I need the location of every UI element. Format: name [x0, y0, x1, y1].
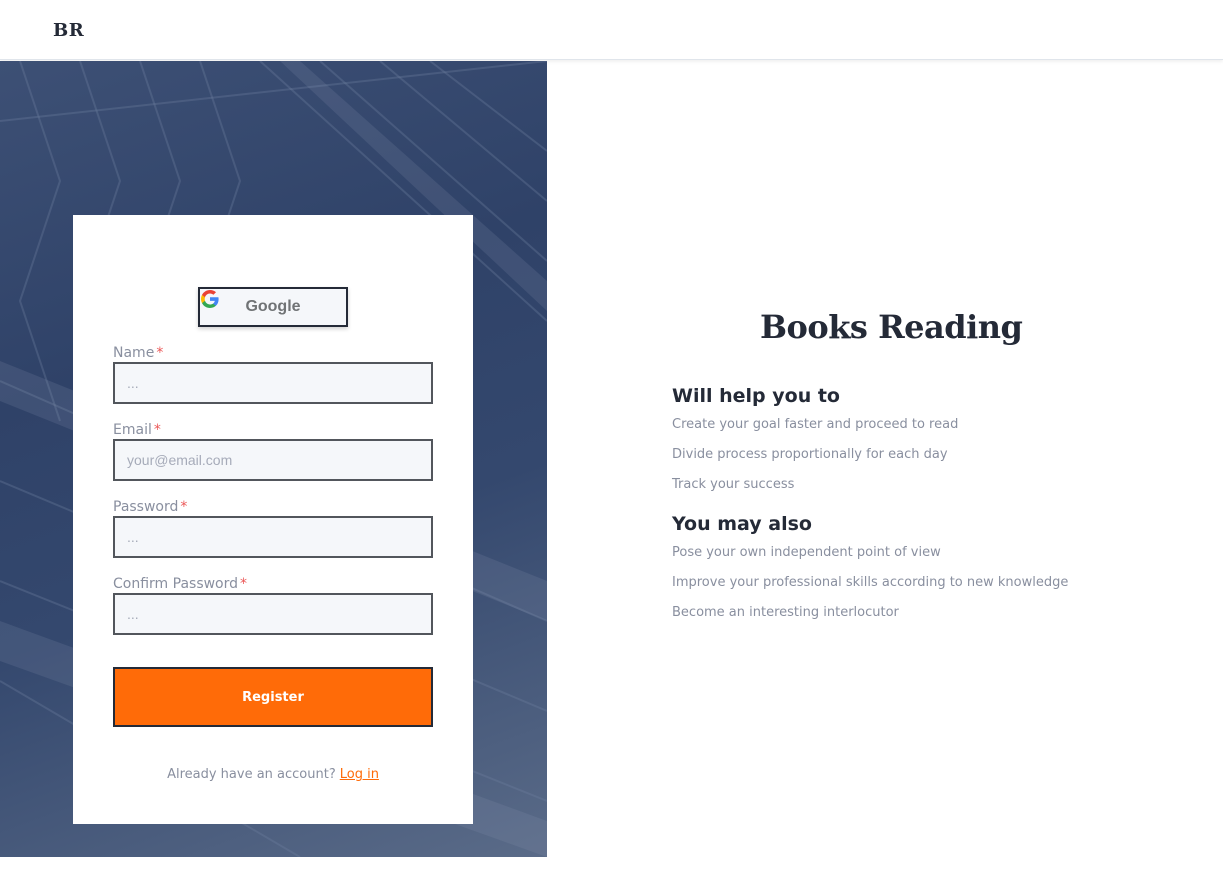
google-signin-button[interactable]: Google	[198, 287, 348, 327]
register-button[interactable]: Register	[113, 667, 433, 727]
required-mark: *	[180, 499, 188, 515]
top-header: BR	[0, 0, 1223, 60]
required-mark: *	[156, 345, 164, 361]
email-label: Email *	[113, 422, 161, 438]
confirm-password-label: Confirm Password *	[113, 576, 248, 592]
required-mark: *	[153, 422, 161, 438]
list-item: Improve your professional skills accordi…	[672, 575, 1069, 590]
app-title: Books Reading	[760, 308, 1023, 346]
name-field[interactable]	[113, 362, 433, 404]
login-prompt-text: Already have an account?	[167, 767, 336, 782]
register-card: Google Name* Email* Password* Confirm Pa…	[73, 215, 473, 824]
section-title-help: Will help you to	[672, 385, 840, 407]
list-item: Become an interesting interlocutor	[672, 605, 899, 620]
login-link[interactable]: Log in	[340, 767, 379, 782]
confirm-password-field[interactable]	[113, 593, 433, 635]
password-label: Password *	[113, 499, 188, 515]
login-prompt-line: Already have an account? Log in	[73, 767, 473, 782]
google-button-label: Google	[245, 298, 301, 315]
list-item: Divide process proportionally for each d…	[672, 447, 948, 462]
password-field[interactable]	[113, 516, 433, 558]
email-field[interactable]	[113, 439, 433, 481]
name-label: Name *	[113, 345, 164, 361]
section-title-also: You may also	[672, 513, 812, 535]
required-mark: *	[240, 576, 248, 592]
list-item: Pose your own independent point of view	[672, 545, 941, 560]
google-g-icon	[201, 290, 219, 308]
list-item: Track your success	[672, 477, 795, 492]
list-item: Create your goal faster and proceed to r…	[672, 417, 959, 432]
background-panel: Google Name* Email* Password* Confirm Pa…	[0, 61, 547, 857]
logo[interactable]: BR	[53, 20, 84, 41]
